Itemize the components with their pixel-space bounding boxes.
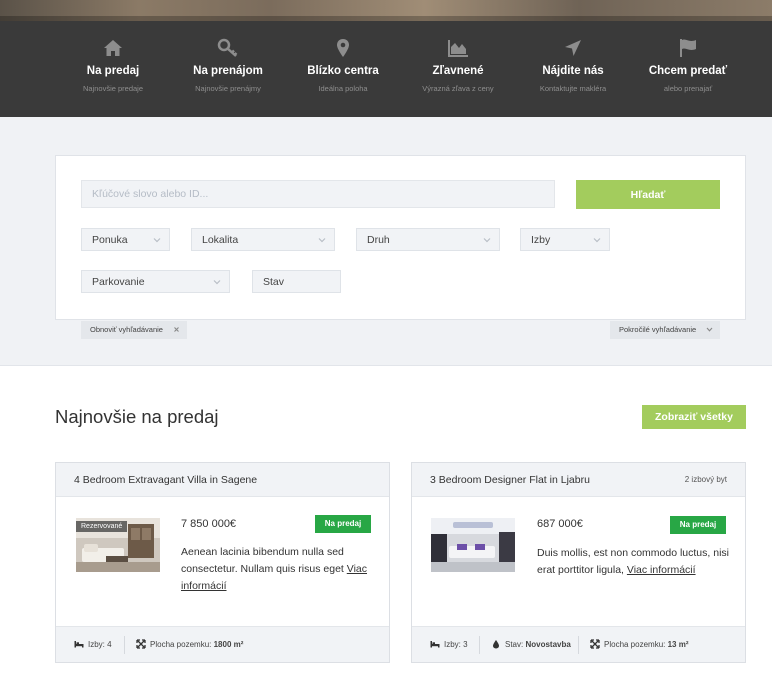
search-form: Hľadať Ponuka Lokalita Druh Izby Parkova… bbox=[55, 155, 746, 320]
property-type-select-value: Druh bbox=[367, 234, 390, 246]
advanced-search-label: Pokročilé vyhľadávanie bbox=[619, 325, 697, 334]
reserved-badge: Rezervované bbox=[76, 521, 128, 532]
property-type-select[interactable]: Druh bbox=[356, 228, 500, 251]
more-info-link[interactable]: Viac informácií bbox=[627, 564, 696, 576]
reset-search-button[interactable]: Obnoviť vyhľadávanie bbox=[81, 321, 187, 339]
rooms-value: 4 bbox=[107, 640, 112, 649]
nav-item-subtitle: Výrazná zľava z ceny bbox=[422, 84, 494, 93]
for-sale-badge: Na predaj bbox=[670, 516, 726, 534]
bed-icon bbox=[430, 639, 440, 649]
feature-divider bbox=[479, 636, 480, 654]
nav-item-subtitle: Ideálna poloha bbox=[318, 84, 368, 93]
nav-item-title: Zľavnené bbox=[432, 65, 484, 77]
section-title: Najnovšie na predaj bbox=[55, 406, 219, 427]
hero-image-strip bbox=[0, 0, 772, 21]
bed-icon bbox=[74, 639, 84, 649]
nav-item-find-us[interactable]: Nájdite nás Kontaktujte makléra bbox=[513, 21, 633, 117]
nav-item-title: Chcem predať bbox=[648, 65, 728, 77]
listing-title[interactable]: 3 Bedroom Designer Flat in Ljabru bbox=[430, 474, 590, 486]
expand-icon bbox=[590, 639, 600, 649]
location-select-value: Lokalita bbox=[202, 234, 239, 246]
nav-item-discounted[interactable]: Zľavnené Výrazná zľava z ceny bbox=[398, 21, 518, 117]
nav-item-for-sale[interactable]: Na predaj Najnovšie predaje bbox=[53, 21, 173, 117]
listing-card: 4 Bedroom Extravagant Villa in Sagene Re… bbox=[55, 462, 390, 663]
parking-select-value: Parkovanie bbox=[92, 276, 145, 288]
listing-description: Duis mollis, est non commodo luctus, nis… bbox=[537, 545, 733, 579]
listing-card: 3 Bedroom Designer Flat in Ljabru 2 izbo… bbox=[411, 462, 746, 663]
nav-item-subtitle: alebo prenajať bbox=[663, 84, 713, 93]
area-value: 1800 m² bbox=[213, 640, 244, 649]
rooms-label: Izby: bbox=[444, 640, 461, 649]
status-label: Stav: bbox=[505, 640, 524, 649]
listing-type: 2 izbový byt bbox=[684, 475, 727, 484]
listing-card-header: 4 Bedroom Extravagant Villa in Sagene bbox=[56, 463, 389, 497]
nav-item-subtitle: Najnovšie predaje bbox=[82, 84, 144, 93]
category-nav: Na predaj Najnovšie predaje Na prenájom … bbox=[0, 21, 772, 117]
listing-thumbnail[interactable]: Rezervované bbox=[76, 518, 160, 572]
chevron-down-icon bbox=[318, 236, 326, 244]
chevron-down-icon bbox=[153, 236, 161, 244]
nav-item-title: Nájdite nás bbox=[542, 65, 604, 77]
listing-card-header: 3 Bedroom Designer Flat in Ljabru 2 izbo… bbox=[412, 463, 745, 497]
location-select[interactable]: Lokalita bbox=[191, 228, 335, 251]
listing-card-footer: Izby: 4 Plocha pozemku: 1800 m² bbox=[56, 626, 389, 662]
status-select-value: Stav bbox=[263, 276, 285, 288]
nav-item-title: Na prenájom bbox=[193, 65, 263, 77]
offer-select[interactable]: Ponuka bbox=[81, 228, 170, 251]
listing-card-footer: Izby: 3 Stav: Novostavba Plocha pozemku:… bbox=[412, 626, 745, 662]
rooms-select[interactable]: Izby bbox=[520, 228, 610, 251]
area-value: 13 m² bbox=[667, 640, 689, 649]
chevron-down-icon bbox=[593, 236, 601, 244]
expand-icon bbox=[136, 639, 146, 649]
area-label: Plocha pozemku: bbox=[150, 640, 212, 649]
map-pin-icon bbox=[332, 38, 354, 58]
rooms-value: 3 bbox=[463, 640, 468, 649]
nav-item-subtitle: Najnovšie prenájmy bbox=[195, 84, 261, 93]
search-button[interactable]: Hľadať bbox=[576, 180, 720, 209]
parking-select[interactable]: Parkovanie bbox=[81, 270, 230, 293]
listing-title[interactable]: 4 Bedroom Extravagant Villa in Sagene bbox=[74, 474, 257, 486]
area-chart-icon bbox=[447, 38, 469, 58]
chevron-down-icon bbox=[706, 326, 713, 333]
advanced-search-button[interactable]: Pokročilé vyhľadávanie bbox=[610, 321, 720, 339]
home-icon bbox=[102, 38, 124, 58]
reset-search-label: Obnoviť vyhľadávanie bbox=[90, 325, 163, 334]
search-section: Hľadať Ponuka Lokalita Druh Izby Parkova… bbox=[0, 117, 772, 366]
show-all-button[interactable]: Zobraziť všetky bbox=[642, 405, 746, 429]
status-value: Novostavba bbox=[525, 640, 571, 649]
feature-divider bbox=[124, 636, 125, 654]
nav-item-for-rent[interactable]: Na prenájom Najnovšie prenájmy bbox=[168, 21, 288, 117]
keyword-search-input[interactable] bbox=[81, 180, 555, 208]
rooms-label: Izby: bbox=[88, 640, 105, 649]
offer-select-value: Ponuka bbox=[92, 234, 128, 246]
rooms-select-value: Izby bbox=[531, 234, 551, 246]
for-sale-badge: Na predaj bbox=[315, 515, 371, 533]
chevron-down-icon bbox=[213, 278, 221, 286]
location-arrow-icon bbox=[562, 38, 584, 58]
key-icon bbox=[217, 38, 239, 58]
listing-description: Aenean lacinia bibendum nulla sed consec… bbox=[181, 544, 376, 595]
area-label: Plocha pozemku: bbox=[604, 640, 666, 649]
drop-icon bbox=[491, 639, 501, 649]
listing-price: 687 000€ bbox=[537, 518, 583, 530]
close-icon bbox=[173, 326, 180, 333]
chevron-down-icon bbox=[483, 236, 491, 244]
listing-price: 7 850 000€ bbox=[181, 518, 237, 530]
nav-item-subtitle: Kontaktujte makléra bbox=[539, 84, 607, 93]
status-select[interactable]: Stav bbox=[252, 270, 341, 293]
feature-divider bbox=[578, 636, 579, 654]
nav-item-title: Na predaj bbox=[86, 65, 140, 77]
nav-item-want-to-sell[interactable]: Chcem predať alebo prenajať bbox=[628, 21, 748, 117]
listing-description-text: Aenean lacinia bibendum nulla sed consec… bbox=[181, 546, 344, 575]
nav-item-title: Blízko centra bbox=[307, 65, 379, 77]
flag-icon bbox=[677, 38, 699, 58]
listing-thumbnail[interactable] bbox=[431, 518, 515, 572]
nav-item-near-center[interactable]: Blízko centra Ideálna poloha bbox=[283, 21, 403, 117]
